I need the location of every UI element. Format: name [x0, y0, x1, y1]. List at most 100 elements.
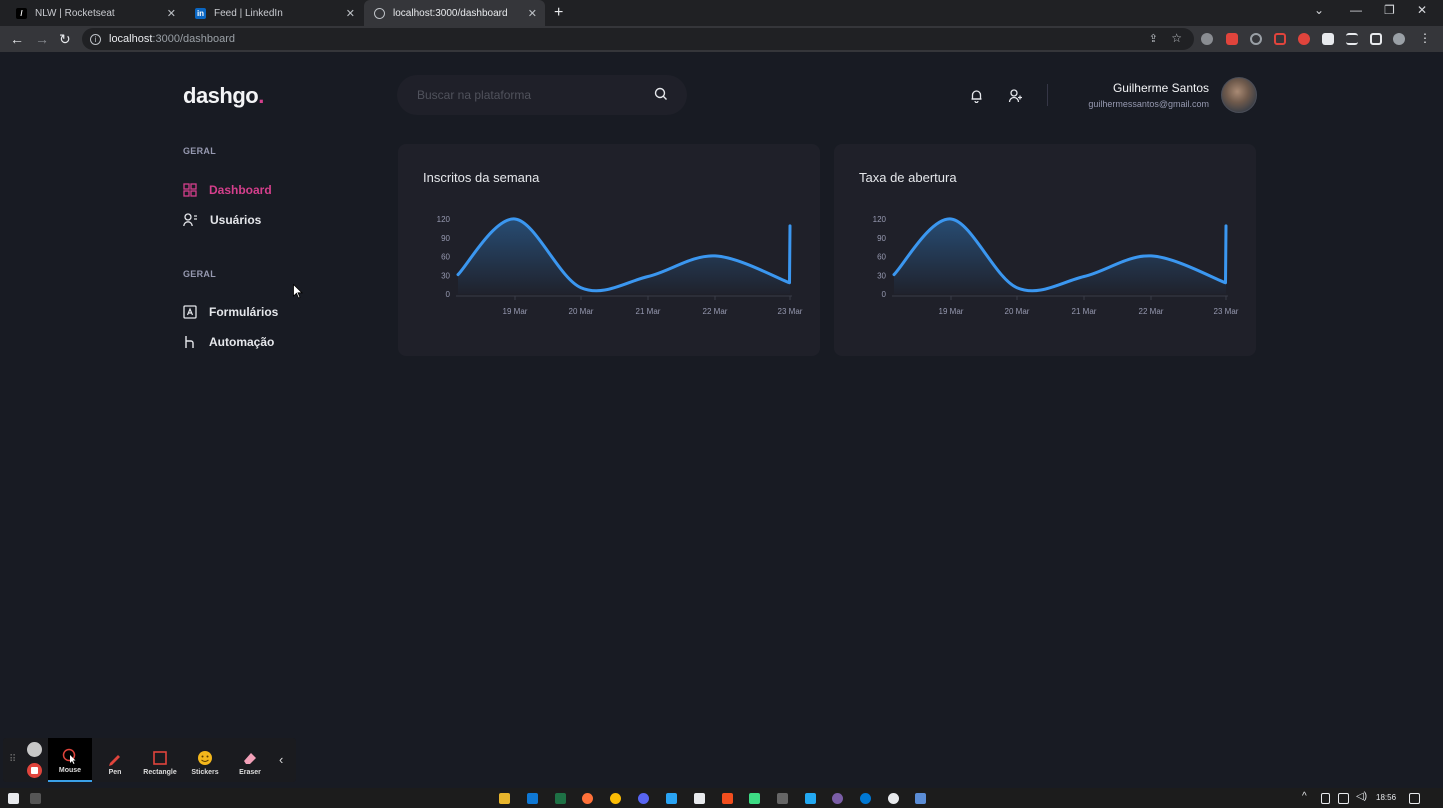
sidebar-item-users[interactable]: Usuários [183, 213, 261, 227]
minimize-button[interactable]: — [1350, 3, 1362, 17]
recorder-tool-label: Stickers [191, 769, 219, 776]
search-box[interactable]: Buscar na plataforma [397, 75, 687, 115]
notion-icon[interactable] [694, 793, 705, 804]
battery-icon[interactable] [1321, 793, 1330, 804]
open-rate-chart: 0 30 60 90 120 19 Mar 20 Mar 21 Mar 22 Mar 23 Mar [873, 215, 1239, 316]
recorder-tool-eraser[interactable]: Eraser [228, 738, 272, 782]
address-bar[interactable]: i localhost:3000/dashboard ⇪ ☆ [82, 28, 1194, 50]
recorder-tool-mouse[interactable]: Mouse [48, 738, 92, 782]
extension-icon[interactable] [1201, 33, 1213, 45]
close-icon[interactable]: ✕ [528, 7, 537, 20]
volume-icon[interactable]: ◁) [1356, 791, 1367, 802]
x-tick-label: 22 Mar [703, 307, 728, 316]
subscribers-chart: 0 30 60 90 120 19 Mar 20 Mar 21 Mar 22 Mar 23 Mar [437, 215, 803, 316]
discord-icon[interactable] [638, 793, 649, 804]
app-icon[interactable] [666, 793, 677, 804]
pen-icon [109, 755, 120, 766]
extension-icon[interactable] [1226, 33, 1238, 45]
app-icon[interactable] [832, 793, 843, 804]
reading-list-icon[interactable] [1346, 33, 1358, 45]
network-icon[interactable] [1338, 793, 1349, 804]
menu-icon[interactable]: ⋮ [1419, 31, 1431, 45]
drag-handle-icon[interactable]: ⠿ [9, 754, 16, 765]
extension-icon[interactable] [1298, 33, 1310, 45]
y-tick-label: 120 [437, 215, 451, 224]
extension-icon[interactable] [1250, 33, 1262, 45]
x-tick-label: 20 Mar [1005, 307, 1030, 316]
recorder-tool-pen[interactable]: Pen [93, 738, 137, 782]
linkedin-icon: in [195, 7, 206, 19]
taskbar-clock[interactable]: 18:56 [1376, 793, 1396, 802]
user-email: guilhermessantos@gmail.com [1088, 99, 1209, 109]
profile-icon[interactable] [1393, 33, 1405, 45]
reload-icon[interactable]: ↻ [59, 31, 71, 48]
excel-icon[interactable] [555, 793, 566, 804]
recorder-tool-label: Mouse [58, 767, 82, 774]
tab-dashboard[interactable]: localhost:3000/dashboard ✕ [364, 0, 545, 26]
record-indicator-icon[interactable] [27, 742, 42, 757]
figma-icon[interactable] [722, 793, 733, 804]
back-icon[interactable]: ← [10, 31, 24, 47]
chart-title: Inscritos da semana [423, 170, 540, 185]
info-icon[interactable]: i [90, 33, 101, 45]
collapse-chevron-icon[interactable]: ‹ [279, 752, 283, 767]
tab-title: NLW | Rocketseat [35, 7, 115, 19]
android-studio-icon[interactable] [749, 793, 760, 804]
header-divider [1047, 84, 1048, 106]
close-icon[interactable]: ✕ [167, 7, 176, 20]
firefox-icon[interactable] [582, 793, 593, 804]
tray-chevron-icon[interactable]: ^ [1302, 791, 1307, 802]
chart-card-open-rate: Taxa de abertura 0 30 60 90 120 19 Mar 20 Mar 2… [834, 144, 1256, 356]
vscode-icon[interactable] [805, 793, 816, 804]
windows-start-icon[interactable] [8, 793, 19, 804]
screen-recorder-toolbar: ⠿ Mouse Pen Rectangle Stickers Eraser ‹ [3, 738, 296, 782]
new-tab-button[interactable]: + [554, 4, 563, 22]
recorder-tool-rectangle[interactable]: Rectangle [138, 738, 182, 782]
terminal-icon[interactable] [777, 793, 788, 804]
file-explorer-icon[interactable] [499, 793, 510, 804]
sidebar-item-dashboard[interactable]: Dashboard [183, 183, 272, 197]
side-panel-icon[interactable] [1370, 33, 1382, 45]
notification-center-icon[interactable] [1409, 793, 1420, 804]
outlook-icon[interactable] [527, 793, 538, 804]
search-input[interactable]: Buscar na plataforma [417, 88, 531, 102]
notification-bell-icon[interactable] [969, 88, 984, 103]
bookmark-star-icon[interactable]: ☆ [1171, 31, 1182, 45]
chrome-icon[interactable] [610, 793, 621, 804]
edge-icon[interactable] [860, 793, 871, 804]
tab-title: localhost:3000/dashboard [393, 7, 508, 19]
logo-dot: . [258, 83, 264, 108]
share-icon[interactable]: ⇪ [1149, 32, 1158, 45]
recorder-tool-stickers[interactable]: Stickers [183, 738, 227, 782]
x-tick-label: 20 Mar [569, 307, 594, 316]
forward-icon[interactable]: → [35, 31, 49, 47]
close-window-button[interactable]: ✕ [1417, 3, 1427, 17]
users-icon [183, 213, 197, 227]
puzzle-icon[interactable] [1322, 33, 1334, 45]
app-icon[interactable] [915, 793, 926, 804]
tab-title: Feed | LinkedIn [214, 7, 283, 19]
windows-taskbar: ^ ◁) 18:56 [0, 788, 1443, 808]
avatar[interactable] [1221, 77, 1257, 113]
stop-record-icon[interactable] [27, 763, 42, 778]
y-tick-label: 120 [873, 215, 887, 224]
rocketseat-icon: / [16, 7, 27, 19]
globe-icon [374, 7, 385, 19]
search-icon[interactable] [654, 87, 668, 101]
sidebar-item-automation[interactable]: Automação [183, 335, 274, 349]
tab-linkedin[interactable]: in Feed | LinkedIn ✕ [185, 0, 363, 26]
extension-icon[interactable] [1274, 33, 1286, 45]
close-icon[interactable]: ✕ [346, 7, 355, 20]
sidebar-item-forms[interactable]: Formulários [183, 305, 278, 319]
y-tick-label: 30 [441, 271, 450, 280]
tab-search-icon[interactable]: ⌄ [1314, 3, 1324, 17]
add-user-icon[interactable] [1008, 88, 1023, 103]
restore-button[interactable]: ❐ [1384, 3, 1395, 17]
pin-icon[interactable] [30, 793, 41, 804]
app-logo: dashgo. [183, 83, 264, 109]
sticker-smiley-icon [198, 751, 212, 765]
x-tick-label: 21 Mar [636, 307, 661, 316]
app-icon[interactable] [888, 793, 899, 804]
automation-icon [185, 336, 194, 348]
tab-rocketseat[interactable]: / NLW | Rocketseat ✕ [6, 0, 184, 26]
